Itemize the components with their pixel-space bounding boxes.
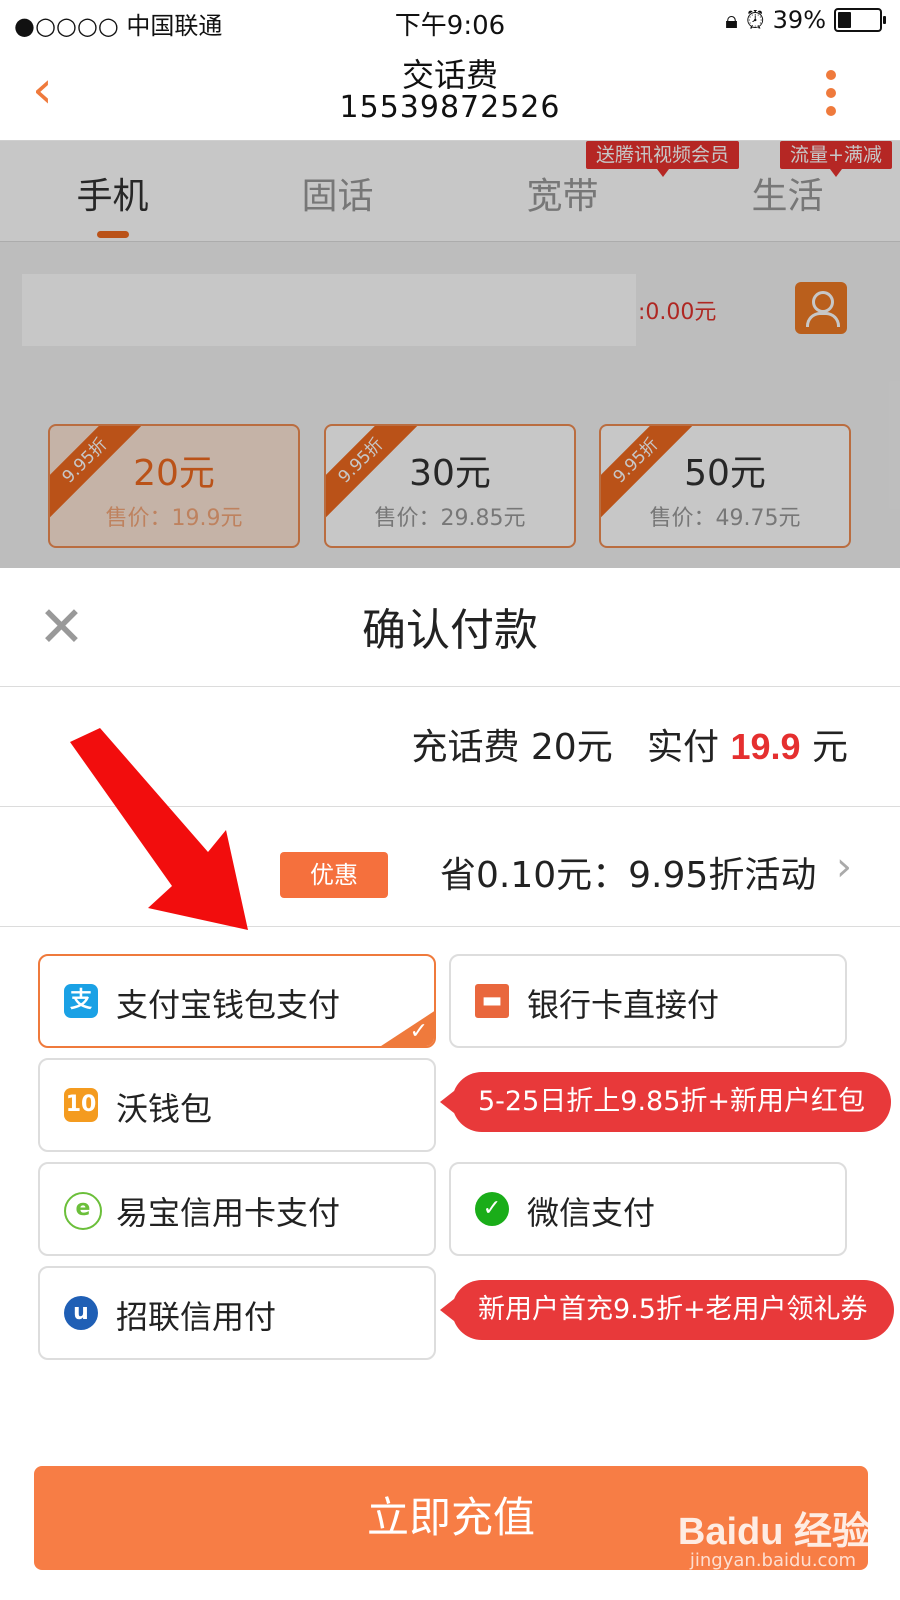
pay-option-label: 易宝信用卡支付 [116,1194,341,1232]
pay-option-yeepay[interactable]: e 易宝信用卡支付 [38,1162,436,1256]
baidu-watermark: Baidu 经验 [677,1511,870,1553]
pay-option-label: 支付宝钱包支付 [116,986,341,1024]
divider [0,686,900,687]
pay-option-label: 微信支付 [527,1194,656,1232]
battery-icon [834,8,886,32]
summary-suffix: 元 [800,727,848,768]
checkmark-icon: ✓ [409,1019,428,1044]
status-right: 🔒︎ ⏰︎ 39% [725,6,886,34]
battery-fill [838,12,852,28]
chevron-right-icon[interactable]: › [836,844,852,890]
promo-bubble: 5-25日折上9.85折+新用户红包 [439,1072,892,1132]
pay-option-label: 沃钱包 [116,1090,213,1128]
summary-prefix: 充话费 20元 实付 [411,727,731,768]
sheet-title: 确认付款 [362,605,538,656]
wechat-pay-icon: ✓ [475,1192,509,1226]
zhaolian-icon: u [64,1296,98,1330]
pay-option-zhaolian[interactable]: u 招联信用付 [38,1266,436,1360]
alipay-icon: 支 [64,984,98,1018]
pay-option-label: 银行卡直接付 [527,986,720,1024]
battery-percent: 39% [772,6,826,34]
promo-bubble: 新用户首充9.5折+老用户领礼券 [440,1280,894,1340]
red-arrow-annotation [70,728,248,930]
pay-option-wechat[interactable]: ✓ 微信支付 [449,1162,847,1256]
wo-wallet-icon: 10 [64,1088,98,1122]
alarm-icon: ⏰︎ [745,6,765,34]
modal-backdrop[interactable] [0,141,900,568]
pay-option-wo-wallet[interactable]: 10 沃钱包 [38,1058,436,1152]
phone-number: 15539872526 [339,90,561,125]
nav-header: ‹ 交话费 15539872526 [0,44,900,141]
yeepay-icon: e [64,1192,102,1230]
pay-option-label: 招联信用付 [116,1298,277,1336]
bank-card-icon: ▬ [475,984,509,1018]
pay-option-bank-card[interactable]: ▬ 银行卡直接付 [449,954,847,1048]
order-summary: 充话费 20元 实付 19.9 元 [411,718,848,770]
discount-text[interactable]: 省0.10元：9.95折活动 [440,846,816,898]
status-bar: ●○○○○ 中国联通 下午9:06 🔒︎ ⏰︎ 39% [0,0,900,44]
more-menu-icon[interactable] [826,70,836,116]
pay-option-alipay[interactable]: 支 支付宝钱包支付 ✓ [38,954,436,1048]
orientation-lock-icon: 🔒︎ [725,6,738,34]
baidu-watermark-url: jingyan.baidu.com [689,1550,856,1571]
paid-amount: 19.9 [730,726,801,767]
discount-badge: 优惠 [280,852,388,898]
